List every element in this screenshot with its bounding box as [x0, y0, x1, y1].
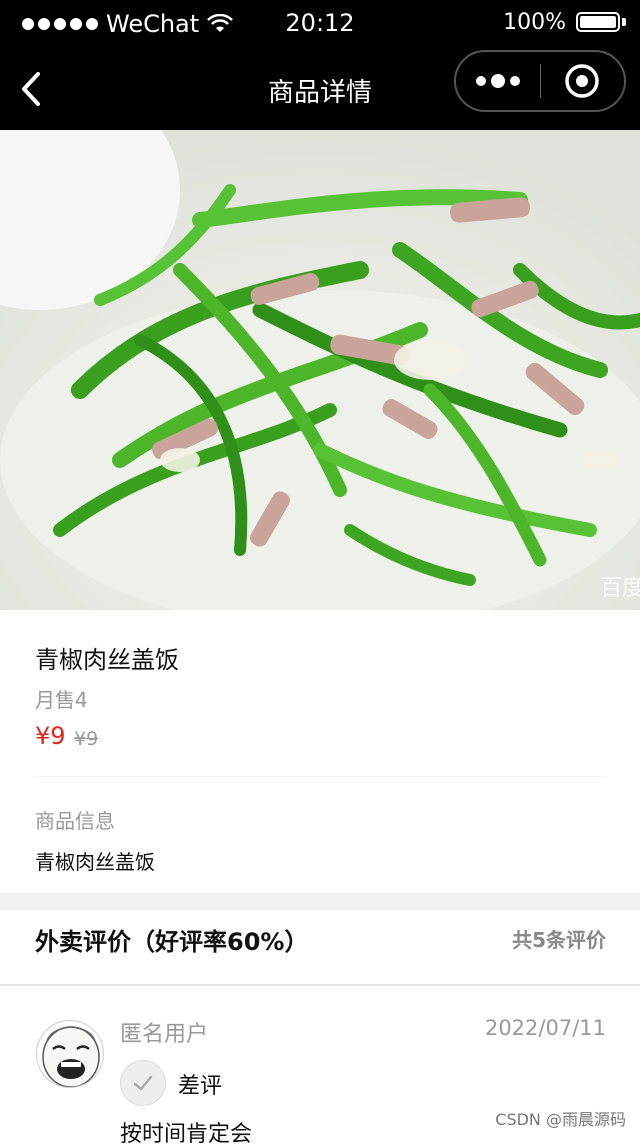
battery-icon: [576, 11, 626, 34]
more-dots-icon[interactable]: [456, 52, 540, 110]
reviews-count-link[interactable]: 共5条评价: [512, 924, 606, 953]
price: ¥9: [35, 722, 66, 750]
image-watermark: 百度: [600, 576, 640, 601]
rating-label: 差评: [178, 1074, 223, 1099]
close-circle-icon[interactable]: [541, 52, 625, 110]
review-text: 按时间肯定会: [120, 1122, 253, 1147]
status-bar: WeChat 20:12 100%: [0, 0, 640, 48]
reviewer-name: 匿名用户: [120, 1022, 209, 1047]
meme-face-icon: [42, 1026, 100, 1087]
nav-bar: 商品详情: [0, 48, 640, 130]
status-right: 100%: [503, 10, 626, 35]
capsule-menu: [454, 50, 626, 112]
reviews-header: 外卖评价（好评率60%） 共5条评价: [0, 910, 640, 986]
product-info-label: 商品信息: [35, 809, 115, 833]
product-image: 百度: [0, 130, 640, 610]
original-price: ¥9: [74, 728, 99, 750]
reviews-title: 外卖评价（好评率60%）: [35, 928, 309, 956]
product-info-value: 青椒肉丝盖饭: [35, 850, 155, 874]
monthly-sales: 月售4: [35, 688, 88, 712]
section-gap: [0, 893, 640, 910]
csdn-watermark: CSDN @雨晨源码: [495, 1110, 626, 1129]
divider: [35, 776, 605, 777]
product-name: 青椒肉丝盖饭: [35, 646, 179, 674]
battery-percent: 100%: [503, 10, 566, 35]
avatar: [36, 1020, 104, 1088]
check-icon: [120, 1060, 166, 1106]
product-info: 青椒肉丝盖饭 月售4 ¥9 ¥9 商品信息 青椒肉丝盖饭: [0, 610, 640, 893]
review-date: 2022/07/11: [484, 1016, 606, 1040]
